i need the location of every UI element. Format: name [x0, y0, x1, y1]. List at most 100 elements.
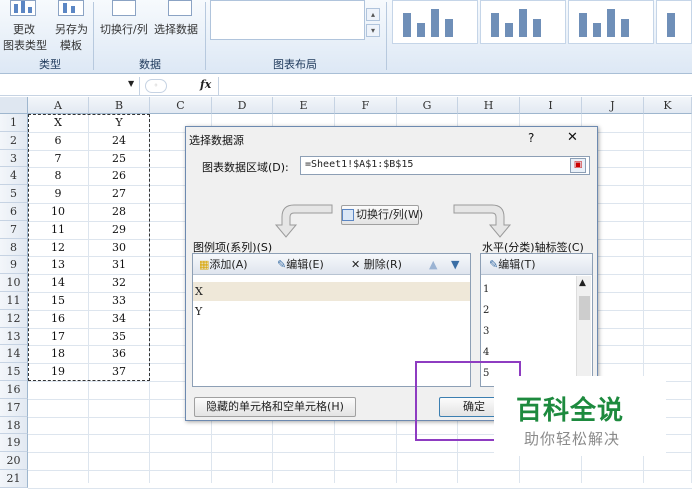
series-toolbar: ▦添加(A) ✎编辑(E) ✕ 删除(R) ▲ ▼	[193, 254, 470, 275]
delete-series-button[interactable]: ✕ 删除(R)	[351, 256, 402, 273]
move-down-icon[interactable]: ▼	[451, 256, 459, 273]
column-header-c[interactable]: C	[150, 97, 212, 114]
gallery-scroll-up[interactable]: ▴	[366, 8, 380, 21]
save-template-icon[interactable]	[58, 0, 84, 16]
collapse-dialog-icon[interactable]: ▣	[570, 158, 586, 173]
column-header-j[interactable]: J	[582, 97, 644, 114]
edit-series-label: 编辑(E)	[286, 258, 324, 271]
range-input[interactable]: =Sheet1!$A$1:$B$15 ▣	[300, 156, 590, 175]
axis-scrollbar[interactable]: ▲	[576, 276, 591, 386]
axis-item[interactable]: 2	[483, 305, 489, 316]
edit-icon: ✎	[277, 258, 287, 271]
save-template-label-2[interactable]: 模板	[60, 37, 82, 53]
change-chart-type-label-1[interactable]: 更改	[13, 21, 35, 37]
add-series-label: 添加(A)	[209, 258, 248, 271]
column-header-e[interactable]: E	[273, 97, 335, 114]
column-header-b[interactable]: B	[89, 97, 150, 114]
add-icon: ▦	[199, 258, 210, 271]
row-header-2[interactable]: 2	[0, 131, 28, 150]
switch-row-col-ribbon-button[interactable]: 切换行/列	[100, 21, 148, 37]
series-item[interactable]: Y	[193, 302, 470, 321]
change-chart-type-icon[interactable]	[10, 0, 36, 16]
row-header-15[interactable]: 15	[0, 363, 28, 381]
select-all-corner[interactable]	[0, 97, 28, 114]
edit-axis-label: 编辑(T)	[498, 258, 536, 271]
delete-icon: ✕	[351, 258, 361, 271]
watermark-subtitle: 助你轻松解决	[524, 430, 621, 448]
hidden-cells-label: 隐藏的单元格和空单元格(H)	[206, 400, 344, 413]
axis-item[interactable]: 1	[483, 284, 489, 295]
switch-row-col-label: 切换行/列(W)	[356, 208, 424, 221]
row-header-12[interactable]: 12	[0, 309, 28, 328]
watermark-logo: 百科全说 助你轻松解决	[494, 376, 666, 456]
switch-row-col-button[interactable]: 切换行/列(W)	[341, 205, 423, 225]
close-icon[interactable]: ✕	[567, 130, 578, 145]
ribbon: 更改 图表类型 另存为 模板 类型 切换行/列 选择数据 数据 ▴ ▾ 图表布局	[0, 0, 692, 74]
data-group-label: 数据	[139, 58, 161, 71]
column-header-f[interactable]: F	[335, 97, 397, 114]
formula-cancel-icon[interactable]: ◦	[145, 79, 167, 93]
column-header-k[interactable]: K	[644, 97, 692, 114]
row-header-13[interactable]: 13	[0, 327, 28, 346]
scroll-up-icon[interactable]: ▲	[579, 278, 586, 288]
row-header-20[interactable]: 20	[0, 452, 28, 470]
row-header-7[interactable]: 7	[0, 220, 28, 239]
row-header-5[interactable]: 5	[0, 185, 28, 203]
left-curved-arrow-icon	[274, 204, 333, 238]
dialog-title: 选择数据源	[189, 134, 244, 147]
hidden-cells-button[interactable]: 隐藏的单元格和空单元格(H)	[194, 397, 356, 417]
row-header-1[interactable]: 1	[0, 114, 28, 132]
formula-input[interactable]	[218, 77, 692, 95]
row-header-16[interactable]: 16	[0, 381, 28, 399]
column-header-d[interactable]: D	[212, 97, 273, 114]
change-chart-type-label-2[interactable]: 图表类型	[3, 37, 47, 53]
edit-icon: ✎	[489, 258, 499, 271]
save-template-label-1[interactable]: 另存为	[55, 21, 88, 37]
row-header-6[interactable]: 6	[0, 203, 28, 221]
switch-row-col-icon[interactable]	[112, 0, 136, 16]
axis-item[interactable]: 4	[483, 347, 489, 358]
series-item[interactable]: X	[193, 282, 470, 301]
row-header-18[interactable]: 18	[0, 416, 28, 435]
row-header-3[interactable]: 3	[0, 149, 28, 168]
move-up-icon[interactable]: ▲	[429, 256, 437, 273]
row-header-4[interactable]: 4	[0, 167, 28, 186]
axis-item[interactable]: 3	[483, 326, 489, 337]
column-header-g[interactable]: G	[397, 97, 458, 114]
name-box[interactable]: ▼	[0, 77, 140, 95]
add-series-button[interactable]: ▦添加(A)	[199, 256, 248, 273]
row-header-11[interactable]: 11	[0, 292, 28, 310]
right-curved-arrow-icon	[453, 204, 512, 238]
row-header-21[interactable]: 21	[0, 470, 28, 488]
select-data-icon[interactable]	[168, 0, 192, 16]
formula-bar: ▼ ◦ fx	[0, 76, 692, 96]
row-header-9[interactable]: 9	[0, 256, 28, 275]
column-header-a[interactable]: A	[28, 97, 89, 114]
help-button[interactable]: ?	[528, 131, 534, 145]
switch-row-col-icon	[342, 209, 354, 221]
chart-layout-gallery[interactable]	[210, 0, 365, 40]
row-header-10[interactable]: 10	[0, 274, 28, 292]
selected-range-marquee	[28, 114, 150, 381]
edit-series-button[interactable]: ✎编辑(E)	[277, 256, 324, 273]
delete-series-label: 删除(R)	[363, 258, 402, 271]
gallery-scroll-down[interactable]: ▾	[366, 24, 380, 37]
chart-style-4[interactable]	[656, 0, 692, 44]
fx-icon[interactable]: fx	[200, 78, 211, 91]
chart-style-2[interactable]	[480, 0, 566, 44]
range-label: 图表数据区域(D):	[202, 161, 289, 174]
edit-axis-button[interactable]: ✎编辑(T)	[489, 256, 536, 273]
chart-style-3[interactable]	[568, 0, 654, 44]
name-box-dropdown-icon[interactable]: ▼	[128, 79, 134, 88]
select-data-ribbon-button[interactable]: 选择数据	[154, 21, 198, 37]
row-header-8[interactable]: 8	[0, 238, 28, 257]
column-header-h[interactable]: H	[458, 97, 520, 114]
row-header-17[interactable]: 17	[0, 398, 28, 417]
row-header-19[interactable]: 19	[0, 434, 28, 453]
type-group-label: 类型	[39, 58, 61, 71]
chart-style-1[interactable]	[392, 0, 478, 44]
column-header-i[interactable]: I	[520, 97, 582, 114]
scroll-thumb[interactable]	[579, 296, 590, 320]
watermark-title: 百科全说	[516, 396, 625, 426]
row-header-14[interactable]: 14	[0, 345, 28, 364]
